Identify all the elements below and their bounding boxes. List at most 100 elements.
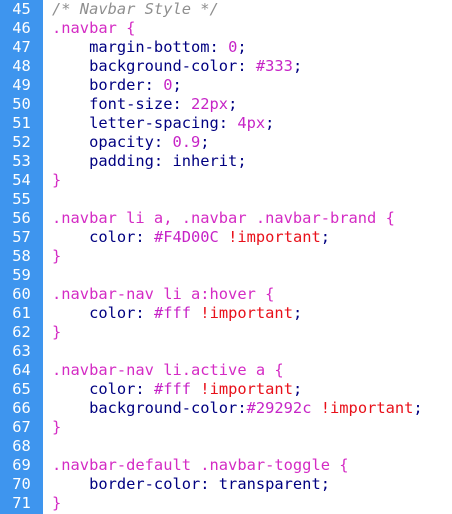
line-code: } bbox=[52, 494, 61, 513]
code-token-selector: .navbar-nav li a:hover { bbox=[52, 285, 275, 303]
code-token-important: !important bbox=[200, 380, 293, 398]
code-token-plain: ; bbox=[237, 38, 247, 56]
code-token-comment: /* Navbar Style */ bbox=[52, 0, 219, 18]
code-token-selector: .navbar { bbox=[52, 19, 136, 37]
code-line[interactable]: 59 bbox=[0, 266, 452, 285]
code-token-plain: ; bbox=[265, 114, 275, 132]
line-code: color: #F4D00C !important; bbox=[52, 228, 330, 247]
code-token-selector: .navbar li a, .navbar .navbar-brand { bbox=[52, 209, 395, 227]
line-code: } bbox=[52, 171, 61, 190]
code-token-brace: } bbox=[52, 171, 62, 189]
code-line[interactable]: 62} bbox=[0, 323, 452, 342]
code-line[interactable]: 64 .navbar-nav li.active a { bbox=[0, 361, 452, 380]
code-line[interactable]: 67} bbox=[0, 418, 452, 437]
line-code: opacity: 0.9; bbox=[52, 133, 210, 152]
code-line[interactable]: 65 color: #fff !important; bbox=[0, 380, 452, 399]
code-token-plain: ; bbox=[292, 57, 303, 75]
line-number: 51 bbox=[12, 114, 31, 132]
code-token-plain: border: bbox=[52, 76, 164, 94]
line-code: border-color: transparent; bbox=[52, 475, 330, 494]
code-token-brace: } bbox=[52, 494, 62, 512]
code-token-number: #fff bbox=[153, 380, 192, 398]
line-code: background-color:#29292c !important; bbox=[52, 399, 423, 418]
line-number: 46 bbox=[12, 19, 31, 37]
code-token-plain: ; bbox=[200, 133, 210, 151]
code-token-brace: } bbox=[52, 247, 62, 265]
line-number: 59 bbox=[12, 266, 31, 284]
code-token-important: !important bbox=[200, 304, 293, 322]
code-token-plain: margin-bottom: bbox=[52, 38, 229, 56]
code-line[interactable]: 60 .navbar-nav li a:hover { bbox=[0, 285, 452, 304]
line-number: 54 bbox=[12, 171, 31, 189]
line-code: margin-bottom: 0; bbox=[52, 38, 247, 57]
code-token-brace: } bbox=[52, 418, 62, 436]
code-lines: 45 /* Navbar Style */ 46 .navbar {47 margin… bbox=[0, 0, 452, 513]
line-number: 50 bbox=[12, 95, 31, 113]
code-token-selector: .navbar-default .navbar-toggle { bbox=[52, 456, 349, 474]
code-line[interactable]: 55 bbox=[0, 190, 452, 209]
code-token-plain: ; bbox=[320, 228, 331, 246]
line-number: 67 bbox=[12, 418, 31, 436]
line-number: 68 bbox=[12, 437, 31, 455]
code-token-number: 4px bbox=[237, 114, 266, 132]
line-number: 45 bbox=[12, 0, 31, 18]
code-line[interactable]: 57 color: #F4D00C !important; bbox=[0, 228, 452, 247]
line-code: padding: inherit; bbox=[52, 152, 247, 171]
line-code: .navbar-nav li.active a { bbox=[52, 361, 284, 380]
code-token-plain: opacity: bbox=[52, 133, 173, 151]
line-code: letter-spacing: 4px; bbox=[52, 114, 274, 133]
code-token-number: #333 bbox=[255, 57, 293, 75]
code-token-plain: padding: inherit; bbox=[52, 152, 247, 170]
code-line[interactable]: 66 background-color:#29292c !important; bbox=[0, 399, 452, 418]
code-line[interactable]: 61 color: #fff !important; bbox=[0, 304, 452, 323]
code-line[interactable]: 68 bbox=[0, 437, 452, 456]
code-line[interactable]: 58} bbox=[0, 247, 452, 266]
line-code: /* Navbar Style */ bbox=[52, 0, 219, 19]
code-editor[interactable]: 45 /* Navbar Style */ 46 .navbar {47 margin… bbox=[0, 0, 452, 514]
line-number: 65 bbox=[12, 380, 31, 398]
code-line[interactable]: 52 opacity: 0.9; bbox=[0, 133, 452, 152]
code-line[interactable]: 71} bbox=[0, 494, 452, 513]
code-token-selector: .navbar-nav li.active a { bbox=[52, 361, 284, 379]
code-token-important: !important bbox=[228, 228, 321, 246]
line-code: color: #fff !important; bbox=[52, 380, 302, 399]
code-token-number: #F4D00C bbox=[153, 228, 219, 246]
code-line[interactable]: 47 margin-bottom: 0; bbox=[0, 38, 452, 57]
line-code: .navbar li a, .navbar .navbar-brand { bbox=[52, 209, 395, 228]
code-line[interactable]: 56 .navbar li a, .navbar .navbar-brand { bbox=[0, 209, 452, 228]
line-code: .navbar { bbox=[52, 19, 135, 38]
line-number: 60 bbox=[12, 285, 31, 303]
line-number: 48 bbox=[12, 57, 31, 75]
code-token-plain: color: bbox=[52, 380, 154, 398]
code-line[interactable]: 51 letter-spacing: 4px; bbox=[0, 114, 452, 133]
code-token-plain: border-color: transparent; bbox=[52, 475, 330, 493]
code-token-brace: } bbox=[52, 323, 62, 341]
code-line[interactable]: 49 border: 0; bbox=[0, 76, 452, 95]
line-number: 52 bbox=[12, 133, 31, 151]
code-line[interactable]: 53 padding: inherit; bbox=[0, 152, 452, 171]
code-token-plain: color: bbox=[52, 228, 154, 246]
line-number: 53 bbox=[12, 152, 31, 170]
line-number: 56 bbox=[12, 209, 31, 227]
code-line[interactable]: 54} bbox=[0, 171, 452, 190]
line-code: border: 0; bbox=[52, 76, 182, 95]
code-line[interactable]: 63 bbox=[0, 342, 452, 361]
line-number: 57 bbox=[12, 228, 31, 246]
line-code: } bbox=[52, 323, 61, 342]
code-line[interactable]: 69 .navbar-default .navbar-toggle { bbox=[0, 456, 452, 475]
code-line[interactable]: 46 .navbar { bbox=[0, 19, 452, 38]
code-token-plain: letter-spacing: bbox=[52, 114, 238, 132]
code-line[interactable]: 50 font-size: 22px; bbox=[0, 95, 452, 114]
line-code: } bbox=[52, 418, 61, 437]
code-token-plain: ; bbox=[172, 76, 182, 94]
line-number: 61 bbox=[12, 304, 31, 322]
line-number: 58 bbox=[12, 247, 31, 265]
code-token-plain: ; bbox=[413, 399, 423, 417]
line-code: .navbar-nav li a:hover { bbox=[52, 285, 274, 304]
code-line[interactable]: 45 /* Navbar Style */ bbox=[0, 0, 452, 19]
code-line[interactable]: 48 background-color: #333; bbox=[0, 57, 452, 76]
code-line[interactable]: 70 border-color: transparent; bbox=[0, 475, 452, 494]
